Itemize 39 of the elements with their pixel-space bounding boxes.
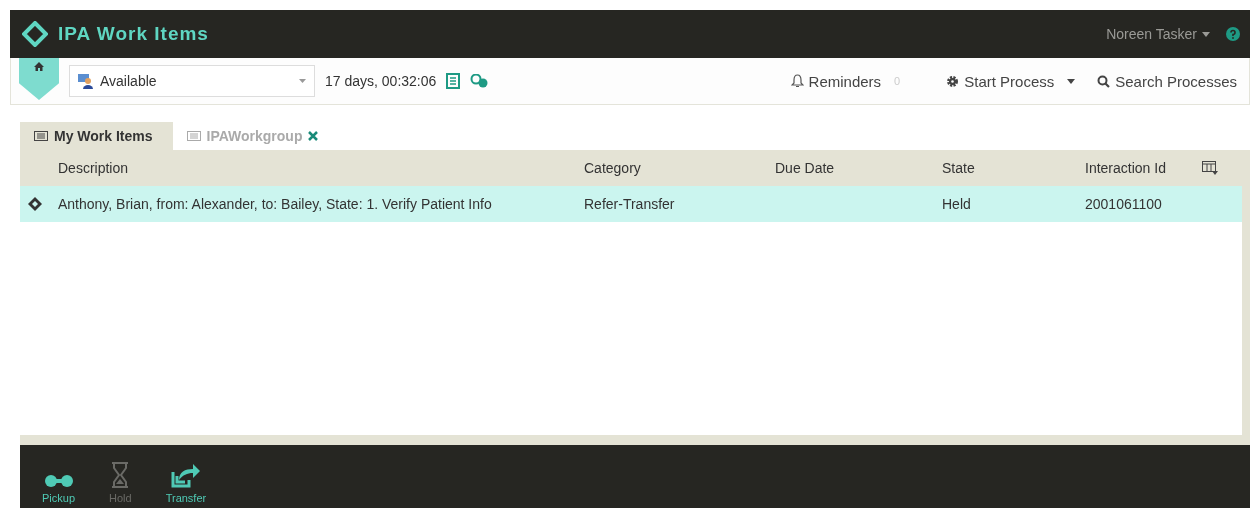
caret-icon bbox=[1202, 31, 1210, 37]
user-menu[interactable]: Noreen Tasker bbox=[1100, 26, 1216, 42]
column-header[interactable]: Due Date bbox=[773, 160, 940, 176]
hourglass-icon bbox=[110, 462, 131, 488]
table-cell-text: 2001061100 bbox=[1084, 196, 1163, 212]
table-cell-text: Anthony, Brian, from: Alexander, to: Bailey, State: 1. Verify Patient Info bbox=[57, 196, 493, 212]
table-icon bbox=[186, 131, 201, 141]
column-header[interactable]: State bbox=[940, 160, 1083, 176]
start-process-button[interactable]: Start Process bbox=[940, 72, 1082, 90]
gear-icon bbox=[946, 74, 960, 88]
bell-icon bbox=[790, 74, 804, 88]
table-cell-text: Refer-Transfer bbox=[583, 196, 676, 212]
house-icon bbox=[34, 62, 44, 71]
status-dropdown[interactable]: Available bbox=[69, 65, 315, 97]
home-button[interactable] bbox=[19, 58, 59, 100]
app-title: IPA Work Items bbox=[58, 23, 210, 45]
transfer-button[interactable]: Transfer bbox=[159, 445, 213, 508]
table-cell-text: Held bbox=[941, 196, 972, 212]
column-chooser-icon[interactable] bbox=[1202, 161, 1218, 175]
help-icon[interactable] bbox=[1226, 27, 1240, 41]
connector-icon bbox=[43, 474, 74, 488]
column-header[interactable]: Description bbox=[56, 160, 582, 176]
caret-icon bbox=[299, 79, 306, 83]
caret-icon bbox=[1067, 78, 1076, 84]
column-header[interactable]: Interaction Id bbox=[1083, 160, 1202, 176]
table-icon bbox=[34, 131, 48, 141]
document-icon[interactable] bbox=[446, 73, 461, 89]
column-header[interactable]: Category bbox=[582, 160, 773, 176]
pickup-button[interactable]: Pickup bbox=[36, 445, 82, 508]
tab[interactable]: My Work Items bbox=[20, 122, 173, 150]
search-processes-button[interactable]: Search Processes bbox=[1091, 72, 1243, 90]
timer-text: 17 days, 00:32:06 bbox=[325, 73, 437, 89]
share-icon bbox=[170, 462, 201, 488]
person-computer-icon bbox=[78, 73, 94, 89]
table-row[interactable]: Anthony, Brian, from: Alexander, to: Bailey, State: 1. Verify Patient Info Refer-Transfer Held 2001061100 bbox=[20, 186, 1242, 222]
diamond-logo-icon bbox=[22, 21, 48, 47]
diamond-icon bbox=[28, 197, 42, 211]
close-icon[interactable] bbox=[308, 131, 319, 141]
search-icon bbox=[1097, 74, 1111, 88]
